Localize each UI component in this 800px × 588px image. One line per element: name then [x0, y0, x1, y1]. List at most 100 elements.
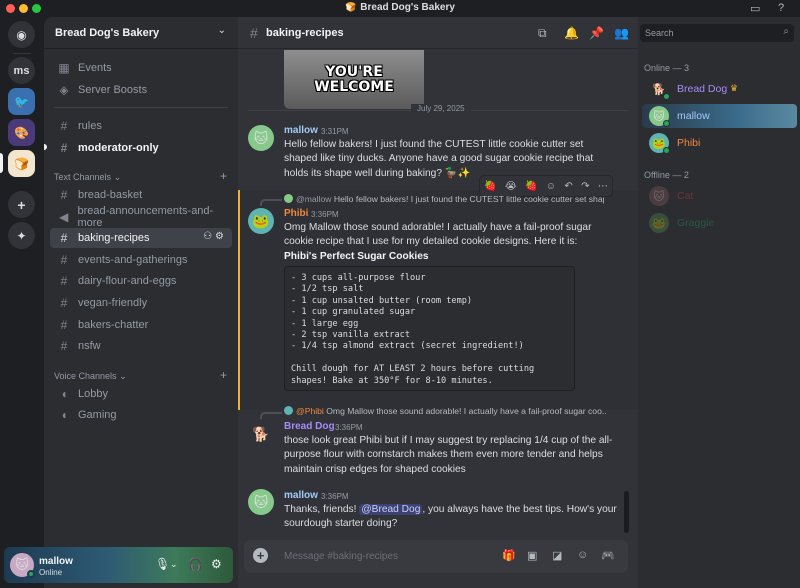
reply-icon[interactable]: ↶ [564, 181, 572, 192]
member-item[interactable]: 🐕 Bread Dog ♛ [642, 77, 797, 101]
help-icon[interactable]: ? [778, 2, 784, 14]
unread-indicator [44, 144, 47, 150]
message-author[interactable]: mallow [284, 490, 318, 501]
inbox-icon[interactable]: ▭ [750, 2, 760, 15]
headphones-icon[interactable]: 🎧 [188, 557, 203, 571]
upload-plus-icon[interactable]: + [253, 548, 268, 563]
microphone-icon[interactable]: 🎙 [155, 557, 170, 571]
avatar[interactable]: 🐱 [248, 489, 274, 515]
channel-nsfw[interactable]: # nsfw [50, 336, 232, 356]
message-timestamp: 3:36PM [335, 423, 363, 432]
date-divider: July 29, 2025 [248, 104, 628, 113]
avatar[interactable]: 🐕 [248, 421, 274, 447]
channel-bread-basket[interactable]: # bread-basket [50, 185, 232, 205]
reaction-icon[interactable]: 🍓 [525, 181, 537, 192]
message-composer: + Message #baking-recipes 🎁 ▣ ◪ ☺ 🎮 [244, 540, 628, 573]
channel-vegan-friendly[interactable]: # vegan-friendly [50, 293, 232, 313]
window-title: 🍞 Bread Dog's Bakery [345, 2, 455, 13]
user-settings-icon[interactable]: ⚙ [211, 557, 222, 571]
more-options-icon[interactable]: ⋯ [598, 181, 608, 192]
crown-icon: ♛ [730, 83, 739, 93]
channel-events-and-gatherings[interactable]: # events-and-gatherings [50, 250, 232, 270]
user-panel-status: Online [39, 568, 63, 577]
member-item[interactable]: 🐱 Cat [642, 184, 797, 208]
avatar: 🐱 [649, 186, 669, 206]
explore-servers-icon[interactable]: ✦ [8, 222, 35, 249]
server-art-icon[interactable]: 🎨 [8, 119, 35, 146]
reply-connector [260, 199, 282, 206]
emoji-icon[interactable]: ☺ [577, 549, 588, 561]
pin-icon[interactable]: 📌 [589, 26, 604, 40]
online-status-indicator [663, 120, 670, 127]
forward-icon[interactable]: ↷ [581, 181, 589, 192]
online-status-indicator [27, 570, 35, 578]
chevron-down-icon[interactable]: ⌄ [170, 559, 178, 570]
message-author[interactable]: Phibi [284, 208, 308, 219]
gift-icon[interactable]: 🎁 [502, 549, 516, 562]
channel-dairy-flour-and-eggs[interactable]: # dairy-flour-and-eggs [50, 271, 232, 291]
server-bird-icon[interactable]: 🐦 [8, 88, 35, 115]
settings-icon[interactable]: ⚇⚙ [203, 231, 227, 242]
discord-home-icon[interactable]: ◉ [8, 21, 35, 48]
avatar[interactable]: 🐱 [248, 125, 274, 151]
user-panel-username[interactable]: mallow [39, 556, 73, 567]
chat-header: # baking-recipes ⧉ 🔔 📌 👥 [238, 17, 638, 49]
reaction-icon[interactable]: 😭 [505, 181, 517, 192]
member-item[interactable]: 🐸 Phibi [642, 131, 797, 155]
member-list-icon[interactable]: 👥 [614, 26, 629, 40]
gif-embed[interactable]: YOU'RE WELCOME [284, 50, 424, 109]
add-server-icon[interactable]: + [8, 191, 35, 218]
channel-bread-announcements[interactable]: ◀ bread-announcements-and-more [50, 205, 232, 229]
hash-icon: # [60, 119, 68, 133]
member-item[interactable]: 🐱 mallow [642, 104, 797, 128]
create-voice-channel-icon[interactable]: + [220, 368, 227, 382]
text-channels-category[interactable]: Text Channels ⌄ [54, 172, 121, 183]
voice-channel-lobby[interactable]: ◖ Lobby [50, 384, 232, 404]
message-author[interactable]: Bread Dog [284, 421, 335, 432]
channel-baking-recipes[interactable]: # baking-recipes ⚇⚙ [50, 228, 232, 248]
member-list: Search ⌕ Online — 3 🐕 Bread Dog ♛ 🐱 mall… [638, 17, 800, 588]
search-icon: ⌕ [783, 26, 789, 37]
message-body: Omg Mallow those sound adorable! I actua… [284, 222, 592, 248]
events-item[interactable]: ▦ Events [50, 58, 232, 78]
voice-channels-category[interactable]: Voice Channels ⌄ [54, 371, 127, 382]
hash-icon: # [60, 318, 68, 332]
create-channel-icon[interactable]: + [220, 169, 227, 183]
message-input[interactable]: Message #baking-recipes [284, 551, 398, 562]
offline-header: Offline — 2 [644, 170, 689, 180]
message-author[interactable]: mallow [284, 125, 318, 136]
avatar [284, 406, 293, 415]
rail-divider [13, 53, 31, 54]
reply-preview[interactable]: @mallow Hello fellow bakers! I just foun… [284, 194, 604, 204]
channel-bakers-chatter[interactable]: # bakers-chatter [50, 315, 232, 335]
reply-preview[interactable]: @Phibi Omg Mallow those sound adorable! … [284, 406, 606, 416]
search-input[interactable]: Search ⌕ [640, 24, 794, 42]
sticker-icon[interactable]: ◪ [552, 549, 562, 562]
add-reaction-icon[interactable]: ☺ [546, 181, 556, 192]
speaker-icon: ◖ [60, 387, 68, 401]
reaction-icon[interactable]: 🍓 [484, 181, 496, 192]
server-boosts-item[interactable]: ◈ Server Boosts [50, 80, 232, 100]
gif-icon[interactable]: ▣ [527, 549, 537, 562]
hash-icon: # [60, 274, 68, 288]
guild-header[interactable]: Bread Dog's Bakery ⌄ [44, 17, 238, 49]
voice-channel-gaming[interactable]: ◖ Gaming [50, 405, 232, 425]
title-bar: 🍞 Bread Dog's Bakery ▭ ? [0, 0, 800, 17]
user-mention[interactable]: @Bread Dog [359, 504, 423, 515]
threads-icon[interactable]: ⧉ [538, 26, 547, 41]
avatar[interactable]: 🐸 [248, 208, 274, 234]
calendar-icon: ▦ [58, 61, 70, 75]
chat-scrollbar[interactable] [624, 491, 629, 533]
user-panel: 🐱 mallow Online 🎙 ⌄ 🎧 ⚙ [4, 547, 233, 583]
bread-icon: 🍞 [345, 2, 357, 12]
member-item[interactable]: 🐸 Graggle [642, 211, 797, 235]
recipe-title: Phibi's Perfect Sugar Cookies [284, 251, 429, 262]
channel-moderator-only[interactable]: # moderator-only [50, 138, 232, 158]
server-bread-icon[interactable]: 🍞 [8, 150, 35, 177]
chat-area: # baking-recipes ⧉ 🔔 📌 👥 YOU'RE WELCOME … [238, 17, 638, 588]
server-ms[interactable]: ms [8, 57, 35, 84]
channel-rules[interactable]: # rules [50, 116, 232, 136]
message-body: Thanks, friends! @Bread Dog, you always … [284, 504, 617, 530]
apps-icon[interactable]: 🎮 [601, 549, 615, 562]
notification-bell-icon[interactable]: 🔔 [564, 26, 579, 40]
